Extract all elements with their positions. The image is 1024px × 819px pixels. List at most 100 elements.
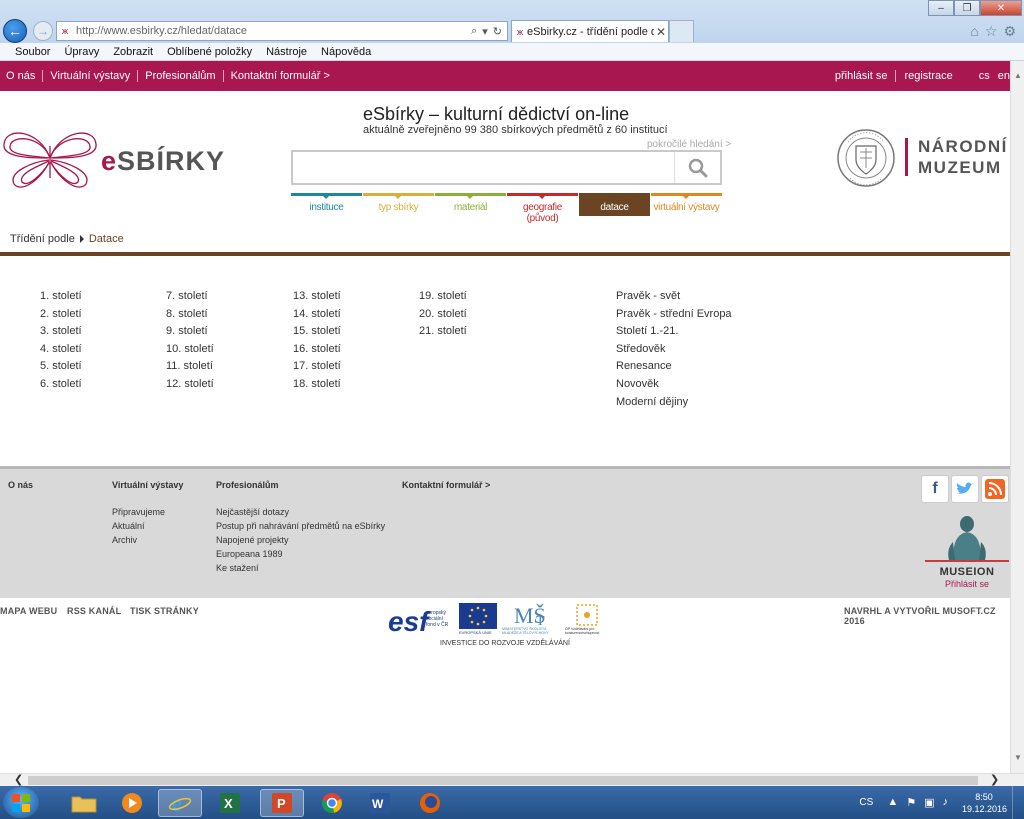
excel-icon[interactable]: X xyxy=(208,789,252,817)
clock[interactable]: 8:50 19.12.2016 xyxy=(962,791,1007,815)
century-link-4[interactable]: 4. století xyxy=(40,341,160,359)
century-link-6[interactable]: 12. století xyxy=(166,376,286,394)
forward-button[interactable]: → xyxy=(33,21,53,41)
category-tab-1[interactable]: instituce xyxy=(291,193,362,216)
address-dropdown-icon[interactable]: ▾ xyxy=(482,25,488,38)
topnav-profesionalum[interactable]: Profesionálům xyxy=(145,70,215,82)
action-center-flag-icon[interactable]: ⚑ xyxy=(906,796,916,809)
century-link-3[interactable]: 15. století xyxy=(293,323,413,341)
century-link-5[interactable]: 17. století xyxy=(293,358,413,376)
scroll-down-icon[interactable]: ▼ xyxy=(1011,751,1024,765)
rss-feed-link[interactable]: RSS KANÁL xyxy=(67,606,121,616)
explorer-folder-icon[interactable] xyxy=(62,789,106,817)
horizontal-scroll-thumb[interactable] xyxy=(28,776,978,785)
print-page-link[interactable]: TISK STRÁNKY xyxy=(130,606,199,616)
tab-close-icon[interactable]: ✕ xyxy=(654,25,668,39)
era-link-7[interactable]: Moderní dějiny xyxy=(616,394,776,412)
topnav-virtualni-vystavy[interactable]: Virtuální výstavy xyxy=(50,70,130,82)
century-link-1[interactable]: 1. století xyxy=(40,288,160,306)
facebook-icon[interactable]: f xyxy=(921,475,949,503)
century-link-5[interactable]: 5. století xyxy=(40,358,160,376)
settings-gear-icon[interactable]: ⚙ xyxy=(1003,23,1016,40)
firefox-icon[interactable] xyxy=(408,789,452,817)
century-link-6[interactable]: 6. století xyxy=(40,376,160,394)
category-tab-4[interactable]: geografie (původ) xyxy=(507,193,578,224)
era-link-5[interactable]: Renesance xyxy=(616,358,776,376)
vertical-scrollbar[interactable]: ▲ ▼ xyxy=(1010,61,1024,773)
century-link-4[interactable]: 16. století xyxy=(293,341,413,359)
register-link[interactable]: registrace xyxy=(904,70,952,82)
chrome-icon[interactable] xyxy=(310,789,354,817)
category-tab-5[interactable]: datace xyxy=(579,193,650,216)
category-tab-6[interactable]: virtuální výstavy xyxy=(651,193,722,216)
menu-napoveda[interactable]: Nápověda xyxy=(321,46,371,58)
narodni-muzeum-logo[interactable]: NÁRODNÍ MUZEUM xyxy=(836,122,1011,194)
century-link-2[interactable]: 8. století xyxy=(166,306,286,324)
refresh-icon[interactable]: ↻ xyxy=(493,25,502,38)
media-player-icon[interactable] xyxy=(110,789,154,817)
footer-profesionalum[interactable]: Profesionálům xyxy=(216,480,279,490)
topnav-o-nas[interactable]: O nás xyxy=(6,70,35,82)
lang-cs-link[interactable]: cs xyxy=(979,70,990,82)
home-icon[interactable]: ⌂ xyxy=(970,23,978,40)
century-link-1[interactable]: 19. století xyxy=(419,288,539,306)
horizontal-scrollbar[interactable]: ❮ ❯ xyxy=(0,773,1024,786)
footer-profesionalum-item-2[interactable]: Postup při nahrávání předmětů na eSbírky xyxy=(216,519,385,533)
rss-icon[interactable] xyxy=(981,475,1009,503)
century-link-4[interactable]: 10. století xyxy=(166,341,286,359)
century-link-1[interactable]: 13. století xyxy=(293,288,413,306)
lang-en-link[interactable]: en xyxy=(998,70,1010,82)
favorites-star-icon[interactable]: ☆ xyxy=(985,23,998,40)
powerpoint-icon[interactable]: P xyxy=(260,789,304,817)
search-input[interactable] xyxy=(293,152,674,183)
century-link-3[interactable]: 21. století xyxy=(419,323,539,341)
twitter-icon[interactable] xyxy=(951,475,979,503)
search-button[interactable] xyxy=(674,152,720,183)
menu-zobrazit[interactable]: Zobrazit xyxy=(113,46,153,58)
restore-button[interactable]: ❐ xyxy=(954,0,980,16)
minimize-button[interactable]: – xyxy=(928,0,954,16)
century-link-2[interactable]: 2. století xyxy=(40,306,160,324)
category-tab-2[interactable]: typ sbírky xyxy=(363,193,434,216)
footer-vystavy-item-2[interactable]: Aktuální xyxy=(112,519,165,533)
footer-virtualni-vystavy[interactable]: Virtuální výstavy xyxy=(112,480,183,490)
footer-kontaktni-formular[interactable]: Kontaktní formulář > xyxy=(402,480,490,490)
scroll-up-icon[interactable]: ▲ xyxy=(1011,69,1024,83)
advanced-search-link[interactable]: pokročilé hledání > xyxy=(647,139,731,150)
login-link[interactable]: přihlásit se xyxy=(835,70,888,82)
century-link-1[interactable]: 7. století xyxy=(166,288,286,306)
start-button[interactable] xyxy=(3,787,39,818)
century-link-6[interactable]: 18. století xyxy=(293,376,413,394)
footer-profesionalum-item-5[interactable]: Ke stažení xyxy=(216,561,385,575)
era-link-1[interactable]: Pravěk - svět xyxy=(616,288,776,306)
era-link-2[interactable]: Pravěk - střední Evropa xyxy=(616,306,776,324)
century-link-3[interactable]: 9. století xyxy=(166,323,286,341)
address-bar[interactable]: ж http://www.esbirky.cz/hledat/datace ⌕ … xyxy=(56,21,508,41)
show-desktop-button[interactable] xyxy=(1012,786,1024,819)
footer-profesionalum-item-3[interactable]: Napojené projekty xyxy=(216,533,385,547)
word-icon[interactable]: W xyxy=(358,789,402,817)
new-tab-button[interactable] xyxy=(669,20,694,42)
museion-login-box[interactable]: MUSEION Přihlásit se xyxy=(925,514,1009,594)
footer-profesionalum-item-4[interactable]: Europeana 1989 xyxy=(216,547,385,561)
century-link-2[interactable]: 14. století xyxy=(293,306,413,324)
century-link-3[interactable]: 3. století xyxy=(40,323,160,341)
footer-vystavy-item-3[interactable]: Archiv xyxy=(112,533,165,547)
sitemap-link[interactable]: MAPA WEBU xyxy=(0,606,57,616)
menu-upravy[interactable]: Úpravy xyxy=(64,46,99,58)
breadcrumb-parent[interactable]: Třídění podle xyxy=(10,233,75,245)
century-link-2[interactable]: 20. století xyxy=(419,306,539,324)
browser-tab-active[interactable]: ж eSbirky.cz - třídění podle da... ✕ xyxy=(511,20,669,42)
menu-soubor[interactable]: Soubor xyxy=(15,46,50,58)
input-language[interactable]: CS xyxy=(859,797,873,808)
close-window-button[interactable]: ✕ xyxy=(980,0,1022,16)
menu-oblibene[interactable]: Oblíbené položky xyxy=(167,46,252,58)
footer-vystavy-item-1[interactable]: Připravujeme xyxy=(112,505,165,519)
museion-login-link[interactable]: Přihlásit se xyxy=(929,579,1005,589)
century-link-5[interactable]: 11. století xyxy=(166,358,286,376)
network-icon[interactable]: ▣ xyxy=(924,796,934,809)
address-search-icon[interactable]: ⌕ xyxy=(471,25,477,38)
footer-o-nas[interactable]: O nás xyxy=(8,480,33,490)
era-link-3[interactable]: Století 1.-21. xyxy=(616,323,776,341)
era-link-6[interactable]: Novověk xyxy=(616,376,776,394)
